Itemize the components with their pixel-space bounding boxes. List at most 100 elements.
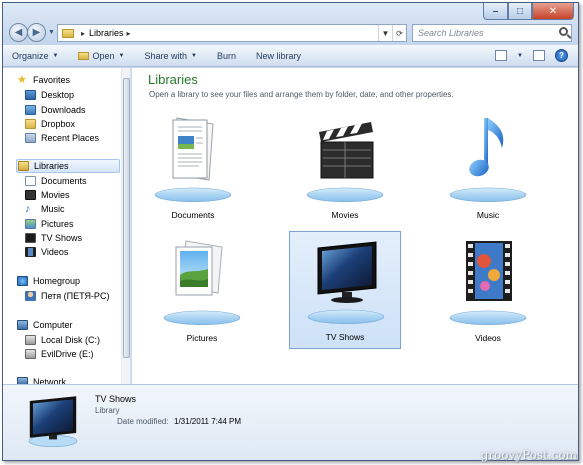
chevron-down-icon: ▼ bbox=[191, 52, 197, 59]
nav-pictures[interactable]: Pictures bbox=[25, 217, 74, 231]
nav-favorites-label: Favorites bbox=[33, 75, 71, 85]
nav-computer[interactable]: Computer bbox=[17, 318, 73, 332]
details-type: Library bbox=[95, 406, 120, 415]
library-label: Pictures bbox=[186, 333, 218, 343]
nav-pictures-label: Pictures bbox=[41, 219, 74, 229]
refresh-icon[interactable]: ⟳ bbox=[392, 25, 406, 41]
nav-movies[interactable]: Movies bbox=[25, 188, 70, 202]
star-icon: ★ bbox=[17, 74, 27, 86]
library-tile-documents[interactable]: Documents bbox=[137, 108, 249, 226]
details-name: TV Shows bbox=[95, 394, 137, 404]
folder-icon bbox=[25, 119, 36, 129]
chevron-down-icon[interactable]: ▼ bbox=[517, 53, 523, 59]
clapperboard-icon bbox=[25, 190, 36, 200]
share-with-button[interactable]: Share with ▼ bbox=[144, 51, 196, 61]
organize-label: Organize bbox=[12, 50, 49, 61]
minimize-button[interactable]: – bbox=[483, 3, 508, 20]
breadcrumb-separator-icon[interactable]: ▸ bbox=[81, 29, 85, 38]
nav-evildrive[interactable]: EvilDrive (E:) bbox=[25, 347, 94, 361]
library-tile-music[interactable]: Music bbox=[432, 108, 544, 226]
explorer-window: – □ ✕ ◀ ▶ ▼ ▸ Libraries ▸ ▼ ⟳ Search Lib… bbox=[2, 2, 579, 461]
library-tile-pictures[interactable]: Pictures bbox=[146, 231, 258, 349]
back-arrow-icon: ◀ bbox=[14, 27, 23, 38]
nav-desktop[interactable]: Desktop bbox=[25, 88, 74, 102]
nav-homegroup[interactable]: Homegroup bbox=[17, 274, 80, 288]
scrollbar-thumb[interactable] bbox=[123, 78, 130, 358]
nav-music[interactable]: ♪ Music bbox=[25, 202, 65, 216]
film-strip-icon bbox=[466, 241, 512, 301]
back-button[interactable]: ◀ bbox=[9, 23, 28, 42]
library-tile-videos[interactable]: Videos bbox=[432, 231, 544, 349]
chevron-down-icon: ▼ bbox=[118, 52, 125, 59]
watermark: groovyPost.com bbox=[480, 448, 577, 462]
pedestal-graphic bbox=[302, 309, 390, 325]
chevron-down-icon: ▼ bbox=[52, 52, 59, 59]
nav-recent-places-label: Recent Places bbox=[41, 133, 100, 143]
library-label: Music bbox=[476, 210, 500, 220]
change-view-icon[interactable] bbox=[495, 50, 508, 61]
breadcrumb-libraries[interactable]: Libraries bbox=[89, 28, 124, 38]
computer-icon bbox=[17, 320, 28, 330]
breadcrumb-separator-icon[interactable]: ▸ bbox=[127, 29, 131, 38]
recent-places-icon bbox=[25, 133, 36, 143]
address-dropdown-icon[interactable]: ▼ bbox=[378, 25, 392, 41]
burn-button[interactable]: Burn bbox=[217, 51, 236, 61]
library-tile-movies[interactable]: Movies bbox=[289, 108, 401, 226]
open-button[interactable]: Open ▼ bbox=[78, 51, 124, 61]
music-note-icon bbox=[469, 118, 504, 177]
nav-downloads[interactable]: Downloads bbox=[25, 103, 86, 117]
library-label: Movies bbox=[331, 210, 359, 220]
help-icon[interactable]: ? bbox=[555, 49, 568, 62]
nav-documents-label: Documents bbox=[41, 176, 87, 186]
film-strip-icon bbox=[25, 247, 36, 257]
command-bar: Organize ▼ Open ▼ Share with ▼ Burn New lib… bbox=[3, 45, 578, 67]
pedestal-graphic bbox=[158, 310, 246, 326]
new-library-button[interactable]: New library bbox=[256, 51, 301, 61]
nav-tv-shows-label: TV Shows bbox=[41, 233, 83, 243]
search-placeholder: Search Libraries bbox=[418, 28, 484, 38]
tv-icon bbox=[28, 396, 78, 447]
address-bar[interactable]: ▸ Libraries ▸ ▼ ⟳ bbox=[57, 24, 407, 42]
forward-arrow-icon: ▶ bbox=[32, 27, 41, 38]
page-title: Libraries bbox=[148, 72, 198, 87]
nav-local-disk[interactable]: Local Disk (C:) bbox=[25, 333, 100, 347]
nav-libraries-label: Libraries bbox=[34, 161, 69, 171]
nav-documents[interactable]: Documents bbox=[25, 174, 87, 188]
pedestal-graphic bbox=[301, 187, 389, 203]
homegroup-icon bbox=[17, 276, 28, 286]
search-input[interactable]: Search Libraries bbox=[412, 24, 572, 42]
tv-icon bbox=[317, 241, 377, 303]
nav-downloads-label: Downloads bbox=[41, 105, 86, 115]
recent-pages-dropdown[interactable]: ▼ bbox=[48, 29, 55, 36]
nav-movies-label: Movies bbox=[41, 190, 70, 200]
nav-dropbox[interactable]: Dropbox bbox=[25, 117, 75, 131]
nav-desktop-label: Desktop bbox=[41, 90, 75, 100]
details-date-value: 1/31/2011 7:44 PM bbox=[174, 417, 242, 426]
nav-tv-shows[interactable]: TV Shows bbox=[25, 231, 82, 245]
pedestal-graphic bbox=[444, 310, 532, 326]
picture-icon bbox=[175, 240, 223, 296]
libraries-icon bbox=[18, 161, 29, 171]
close-button[interactable]: ✕ bbox=[532, 3, 574, 20]
preview-pane-icon[interactable] bbox=[533, 50, 545, 61]
maximize-button[interactable]: □ bbox=[508, 3, 532, 20]
music-note-icon: ♪ bbox=[25, 203, 31, 215]
nav-favorites[interactable]: ★ Favorites bbox=[17, 73, 70, 87]
search-icon[interactable] bbox=[559, 27, 568, 36]
document-icon bbox=[172, 117, 214, 181]
forward-button[interactable]: ▶ bbox=[27, 23, 46, 42]
nav-music-label: Music bbox=[41, 204, 65, 214]
page-description: Open a library to see your files and arr… bbox=[149, 90, 454, 99]
navigation-scrollbar[interactable] bbox=[121, 68, 130, 384]
nav-libraries[interactable]: Libraries bbox=[16, 159, 120, 173]
organize-button[interactable]: Organize ▼ bbox=[12, 51, 58, 61]
nav-videos[interactable]: Videos bbox=[25, 245, 68, 259]
nav-user[interactable]: Петя (ПЕТЯ-PC) bbox=[25, 289, 109, 303]
nav-recent-places[interactable]: Recent Places bbox=[25, 131, 99, 145]
hard-disk-icon bbox=[25, 335, 36, 345]
burn-label: Burn bbox=[216, 50, 236, 61]
library-tile-tv-shows[interactable]: TV Shows bbox=[289, 231, 401, 349]
pedestal-graphic bbox=[444, 187, 532, 203]
picture-icon bbox=[25, 219, 36, 229]
nav-homegroup-label: Homegroup bbox=[33, 276, 81, 286]
